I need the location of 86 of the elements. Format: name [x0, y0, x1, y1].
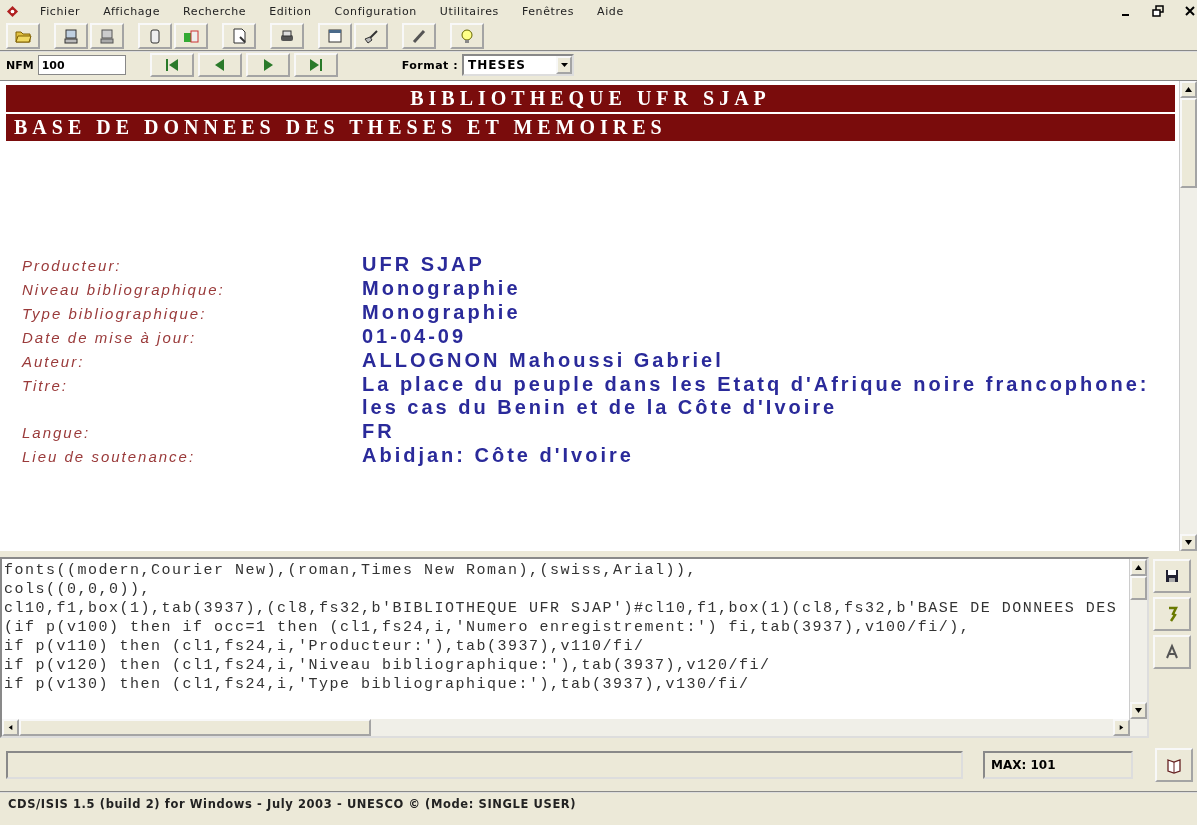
- left-arrow-icon: [7, 725, 14, 730]
- field-value: Monographie: [362, 301, 522, 324]
- mfn-label: NFM: [6, 58, 34, 72]
- format-label: Format :: [401, 58, 459, 72]
- menu-item[interactable]: Configuration: [332, 3, 419, 19]
- menu-item[interactable]: Fenêtres: [519, 3, 576, 19]
- toolbar-button[interactable]: [54, 23, 88, 49]
- field-value: La place du peuple dans les Etatq d'Afrique noire francophone: les cas du Benin et de la Côte d'Ivoire: [362, 373, 1151, 419]
- scroll-left-button[interactable]: [2, 719, 19, 736]
- tool-button[interactable]: [1153, 597, 1191, 631]
- lightbulb-icon: [458, 27, 476, 45]
- field-value: Monographie: [362, 277, 522, 300]
- document-pair-icon: [182, 27, 200, 45]
- navigation-button[interactable]: [293, 53, 338, 77]
- toolbar-button[interactable]: [222, 23, 256, 49]
- code-line: if p(v120) then (cl1,fs24,i,'Niveau bibliographique:'),tab(3937),v120/fi/: [4, 656, 772, 675]
- toolbar-button[interactable]: [450, 23, 484, 49]
- command-field[interactable]: [6, 751, 963, 779]
- banner-title: BIBLIOTHEQUE UFR SJAP: [6, 85, 1175, 112]
- field-value: 01-04-09: [362, 325, 468, 348]
- window-icon: [326, 27, 344, 45]
- toolbar-button[interactable]: [6, 23, 40, 49]
- field-value: FR: [362, 420, 396, 443]
- code-line: cl10,f1,box(1),tab(3937),(cl8,fs32,b'BIBLIOTHEQUE UFR SJAP')#cl10,f1,box(1)(cl8,fs32,b'BASE DE DONNEES DES: [4, 599, 1119, 618]
- navigation-button[interactable]: [245, 53, 290, 77]
- pencil-icon: [410, 27, 428, 45]
- field-label: Niveau bibliographique:: [22, 281, 226, 298]
- save-button[interactable]: [1153, 559, 1191, 593]
- scroll-up-button[interactable]: [1130, 559, 1147, 576]
- close-icon[interactable]: [1184, 4, 1197, 18]
- toolbar-button[interactable]: [402, 23, 436, 49]
- scroll-right-button[interactable]: [1113, 719, 1130, 736]
- letter-a-icon: [1163, 643, 1181, 661]
- format-dropdown[interactable]: THESES: [462, 54, 575, 76]
- down-arrow-icon: [1185, 540, 1192, 545]
- scroll-up-button[interactable]: [1180, 81, 1197, 98]
- field-label: Producteur:: [22, 257, 123, 274]
- broom-icon: [362, 27, 380, 45]
- scroll-down-button[interactable]: [1130, 702, 1147, 719]
- field-value: Abidjan: Côte d'Ivoire: [362, 444, 635, 467]
- menu-item[interactable]: Edition: [267, 3, 314, 19]
- scroll-down-button[interactable]: [1180, 534, 1197, 551]
- field-value: ALLOGNON Mahoussi Gabriel: [362, 349, 725, 372]
- font-button[interactable]: [1153, 635, 1191, 669]
- status-bar: CDS/ISIS 1.5 (build 2) for Windows - July 2003 - UNESCO © (Mode: SINGLE USER): [0, 791, 1197, 815]
- code-line: if p(v130) then (cl1,fs24,i,'Type bibliographique:'),tab(3937),v130/fi/: [4, 675, 751, 694]
- field-value: UFR SJAP: [362, 253, 486, 276]
- up-arrow-icon: [1135, 565, 1142, 570]
- banner-subtitle: BASE DE DONNEES DES THESES ET MEMOIRES: [6, 114, 1175, 141]
- toolbar-button[interactable]: [354, 23, 388, 49]
- field-label: Auteur:: [22, 353, 86, 370]
- toolbar-button[interactable]: [90, 23, 124, 49]
- code-line: (if p(v100) then if occ=1 then (cl1,fs24,i,'Numero enregistrement:') fi,tab(3937),v100/fi/),: [4, 618, 972, 637]
- down-arrow-icon: [1135, 708, 1142, 713]
- toolbar-button[interactable]: [270, 23, 304, 49]
- code-line: fonts((modern,Courier New),(roman,Times New Roman),(swiss,Arial)),: [4, 561, 699, 580]
- field-label: Titre:: [22, 377, 70, 394]
- right-arrow-icon: [1118, 725, 1125, 730]
- menu-item[interactable]: Fichier: [38, 3, 83, 19]
- page-magnifier-icon: [230, 27, 248, 45]
- app-logo-icon: [6, 4, 19, 18]
- toolbar-button[interactable]: [318, 23, 352, 49]
- computer-icon: [98, 27, 116, 45]
- book-button[interactable]: [1155, 748, 1193, 782]
- scrollbar-thumb[interactable]: [19, 719, 371, 736]
- navigation-button[interactable]: [149, 53, 194, 77]
- field-label: Lieu de soutenance:: [22, 448, 197, 465]
- scrollbar-thumb[interactable]: [1180, 98, 1197, 188]
- code-line: if p(v110) then (cl1,fs24,i,'Producteur:'),tab(3937),v110/fi/: [4, 637, 646, 656]
- caret-icon: [560, 63, 568, 67]
- field-label: Type bibliographique:: [22, 305, 208, 322]
- field-label: Langue:: [22, 424, 92, 441]
- menu-item[interactable]: Aide: [595, 3, 626, 19]
- code-line: cols((0,0,0)),: [4, 580, 153, 599]
- navigation-button[interactable]: [197, 53, 242, 77]
- up-arrow-icon: [1185, 87, 1192, 92]
- computer-icon: [62, 27, 80, 45]
- book-icon: [1165, 756, 1183, 774]
- menu-item[interactable]: Affichage: [101, 3, 162, 19]
- field-label: Date de mise à jour:: [22, 329, 198, 346]
- menu-item[interactable]: Utilitaires: [437, 3, 501, 19]
- scrollbar-thumb[interactable]: [1130, 576, 1147, 600]
- mfn-field[interactable]: 100: [37, 55, 126, 75]
- menu-item[interactable]: Recherche: [181, 3, 249, 19]
- max-counter: MAX: 101: [983, 751, 1133, 779]
- restore-icon[interactable]: [1152, 4, 1165, 18]
